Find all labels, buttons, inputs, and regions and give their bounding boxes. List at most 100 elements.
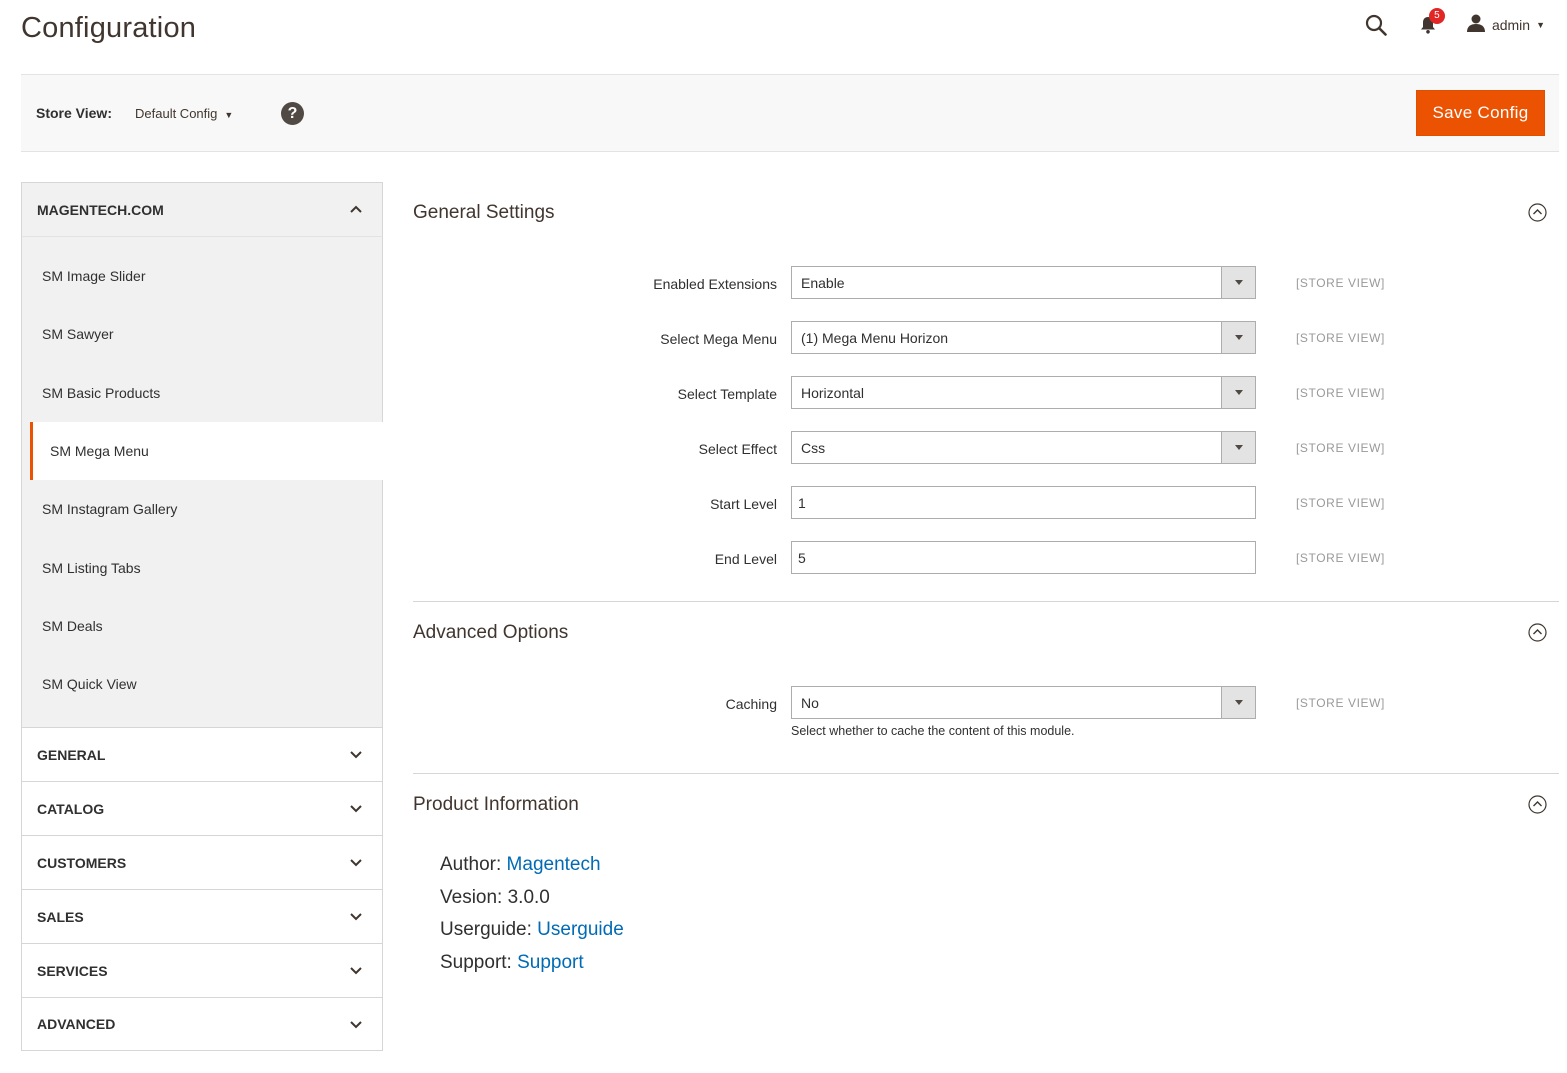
select-value: Css	[801, 440, 826, 456]
save-config-button[interactable]: Save Config	[1416, 90, 1545, 136]
caret-down-icon: ▼	[1536, 20, 1545, 30]
dropdown-arrow-icon	[1221, 432, 1255, 463]
select-effect-select[interactable]: Css	[791, 431, 1256, 464]
chevron-down-icon	[350, 913, 362, 921]
tab-catalog[interactable]: CATALOG	[21, 781, 383, 836]
scope-label: [STORE VIEW]	[1296, 386, 1385, 400]
dropdown-arrow-icon	[1221, 377, 1255, 408]
collapse-circle-icon	[1528, 203, 1547, 222]
select-value: No	[801, 695, 819, 711]
start-level-input[interactable]	[791, 486, 1256, 519]
product-info-block: Author: Magentech Vesion: 3.0.0 Userguid…	[413, 836, 1559, 984]
tab-label: SERVICES	[37, 962, 108, 979]
dropdown-arrow-icon	[1221, 267, 1255, 298]
config-main: General Settings Enabled Extensions Enab…	[413, 182, 1559, 984]
search-icon[interactable]	[1362, 11, 1390, 39]
caching-select[interactable]: No	[791, 686, 1256, 719]
chevron-down-icon	[350, 805, 362, 813]
chevron-down-icon	[350, 859, 362, 867]
general-settings-section: General Settings Enabled Extensions Enab…	[413, 182, 1559, 602]
tab-advanced[interactable]: ADVANCED	[21, 997, 383, 1052]
sidebar-item-sm-instagram-gallery[interactable]: SM Instagram Gallery	[22, 480, 382, 538]
chevron-down-icon	[350, 1021, 362, 1029]
store-view-switcher[interactable]: Default Config ▼	[135, 106, 233, 121]
tab-label: ADVANCED	[37, 1016, 116, 1033]
sidebar-item-sm-sawyer[interactable]: SM Sawyer	[22, 305, 382, 363]
support-link[interactable]: Support	[517, 952, 584, 973]
caret-down-icon: ▼	[224, 110, 234, 120]
tab-label: GENERAL	[37, 746, 106, 763]
support-label: Support:	[440, 951, 512, 973]
advanced-options-header[interactable]: Advanced Options	[413, 602, 1559, 664]
tab-label: CUSTOMERS	[37, 854, 127, 871]
tab-general[interactable]: GENERAL	[21, 727, 383, 782]
dropdown-arrow-icon	[1221, 322, 1255, 353]
scope-label: [STORE VIEW]	[1296, 331, 1385, 345]
scope-label: [STORE VIEW]	[1296, 276, 1385, 290]
author-label: Author:	[440, 854, 502, 875]
field-label: Select Mega Menu	[660, 331, 777, 347]
field-row-start-level: Start Level [STORE VIEW]	[413, 486, 1559, 541]
admin-username: admin	[1491, 17, 1531, 33]
field-row-select-template: Select Template Horizontal [STORE VIEW]	[413, 376, 1559, 431]
section-title: Product Information	[413, 794, 579, 815]
select-mega-menu-select[interactable]: (1) Mega Menu Horizon	[791, 321, 1256, 354]
tab-label: MAGENTECH.COM	[37, 201, 164, 218]
field-label: Enabled Extensions	[653, 276, 777, 292]
sidebar-item-sm-quick-view[interactable]: SM Quick View	[22, 655, 382, 713]
field-label: Select Effect	[698, 441, 777, 457]
product-information-header[interactable]: Product Information	[413, 774, 1559, 836]
tab-customers[interactable]: CUSTOMERS	[21, 835, 383, 890]
field-row-end-level: End Level [STORE VIEW]	[413, 541, 1559, 574]
config-sidebar: MAGENTECH.COM SM Image Slider SM Sawyer …	[21, 182, 383, 1052]
field-row-select-mega-menu: Select Mega Menu (1) Mega Menu Horizon […	[413, 321, 1559, 376]
advanced-options-section: Advanced Options Caching No [STORE VIEW]…	[413, 602, 1559, 774]
help-icon[interactable]: ?	[281, 102, 304, 125]
userguide-label: Userguide:	[440, 919, 532, 940]
sidebar-item-sm-image-slider[interactable]: SM Image Slider	[22, 247, 382, 305]
sidebar-item-sm-basic-products[interactable]: SM Basic Products	[22, 364, 382, 422]
notification-count-badge: 5	[1428, 8, 1445, 24]
field-label: End Level	[714, 551, 777, 567]
general-settings-header[interactable]: General Settings	[413, 182, 1559, 244]
sidebar-item-sm-mega-menu[interactable]: SM Mega Menu	[30, 421, 383, 481]
author-link[interactable]: Magentech	[507, 854, 601, 875]
end-level-input[interactable]	[791, 541, 1256, 574]
chevron-down-icon	[350, 751, 362, 759]
scope-label: [STORE VIEW]	[1296, 551, 1385, 565]
chevron-up-icon	[350, 205, 362, 213]
userguide-link[interactable]: Userguide	[537, 919, 624, 940]
scope-label: [STORE VIEW]	[1296, 441, 1385, 455]
select-value: Enable	[801, 275, 845, 291]
author-line: Author: Magentech	[440, 854, 1559, 887]
sidebar-item-sm-deals[interactable]: SM Deals	[22, 597, 382, 655]
notifications-bell-icon[interactable]: 5	[1414, 8, 1445, 39]
userguide-line: Userguide: Userguide	[440, 919, 1559, 952]
section-title: General Settings	[413, 202, 555, 223]
field-label: Start Level	[710, 496, 777, 512]
field-row-caching: Caching No [STORE VIEW] Select whether t…	[413, 686, 1559, 741]
admin-account-menu[interactable]: admin ▼	[1466, 13, 1545, 38]
scope-label: [STORE VIEW]	[1296, 696, 1385, 710]
enabled-extensions-select[interactable]: Enable	[791, 266, 1256, 299]
tab-sales[interactable]: SALES	[21, 889, 383, 944]
sidebar-item-sm-listing-tabs[interactable]: SM Listing Tabs	[22, 538, 382, 596]
support-line: Support: Support	[440, 952, 1559, 985]
section-title: Advanced Options	[413, 622, 569, 643]
store-view-label: Store View:	[36, 105, 112, 121]
header-actions: 5 admin ▼	[1362, 8, 1545, 40]
store-view-value: Default Config	[135, 106, 218, 121]
magentech-sub-list: SM Image Slider SM Sawyer SM Basic Produ…	[21, 237, 383, 728]
select-value: Horizontal	[801, 385, 865, 401]
tab-label: SALES	[37, 908, 84, 925]
chevron-down-icon	[350, 967, 362, 975]
field-row-enabled-extensions: Enabled Extensions Enable [STORE VIEW]	[413, 266, 1559, 321]
tab-services[interactable]: SERVICES	[21, 943, 383, 998]
caching-note: Select whether to cache the content of t…	[791, 724, 1075, 738]
select-value: (1) Mega Menu Horizon	[801, 330, 949, 346]
page-title: Configuration	[21, 12, 197, 44]
select-template-select[interactable]: Horizontal	[791, 376, 1256, 409]
collapse-circle-icon	[1528, 623, 1547, 642]
field-row-select-effect: Select Effect Css [STORE VIEW]	[413, 431, 1559, 486]
tab-magentech[interactable]: MAGENTECH.COM	[21, 182, 383, 237]
